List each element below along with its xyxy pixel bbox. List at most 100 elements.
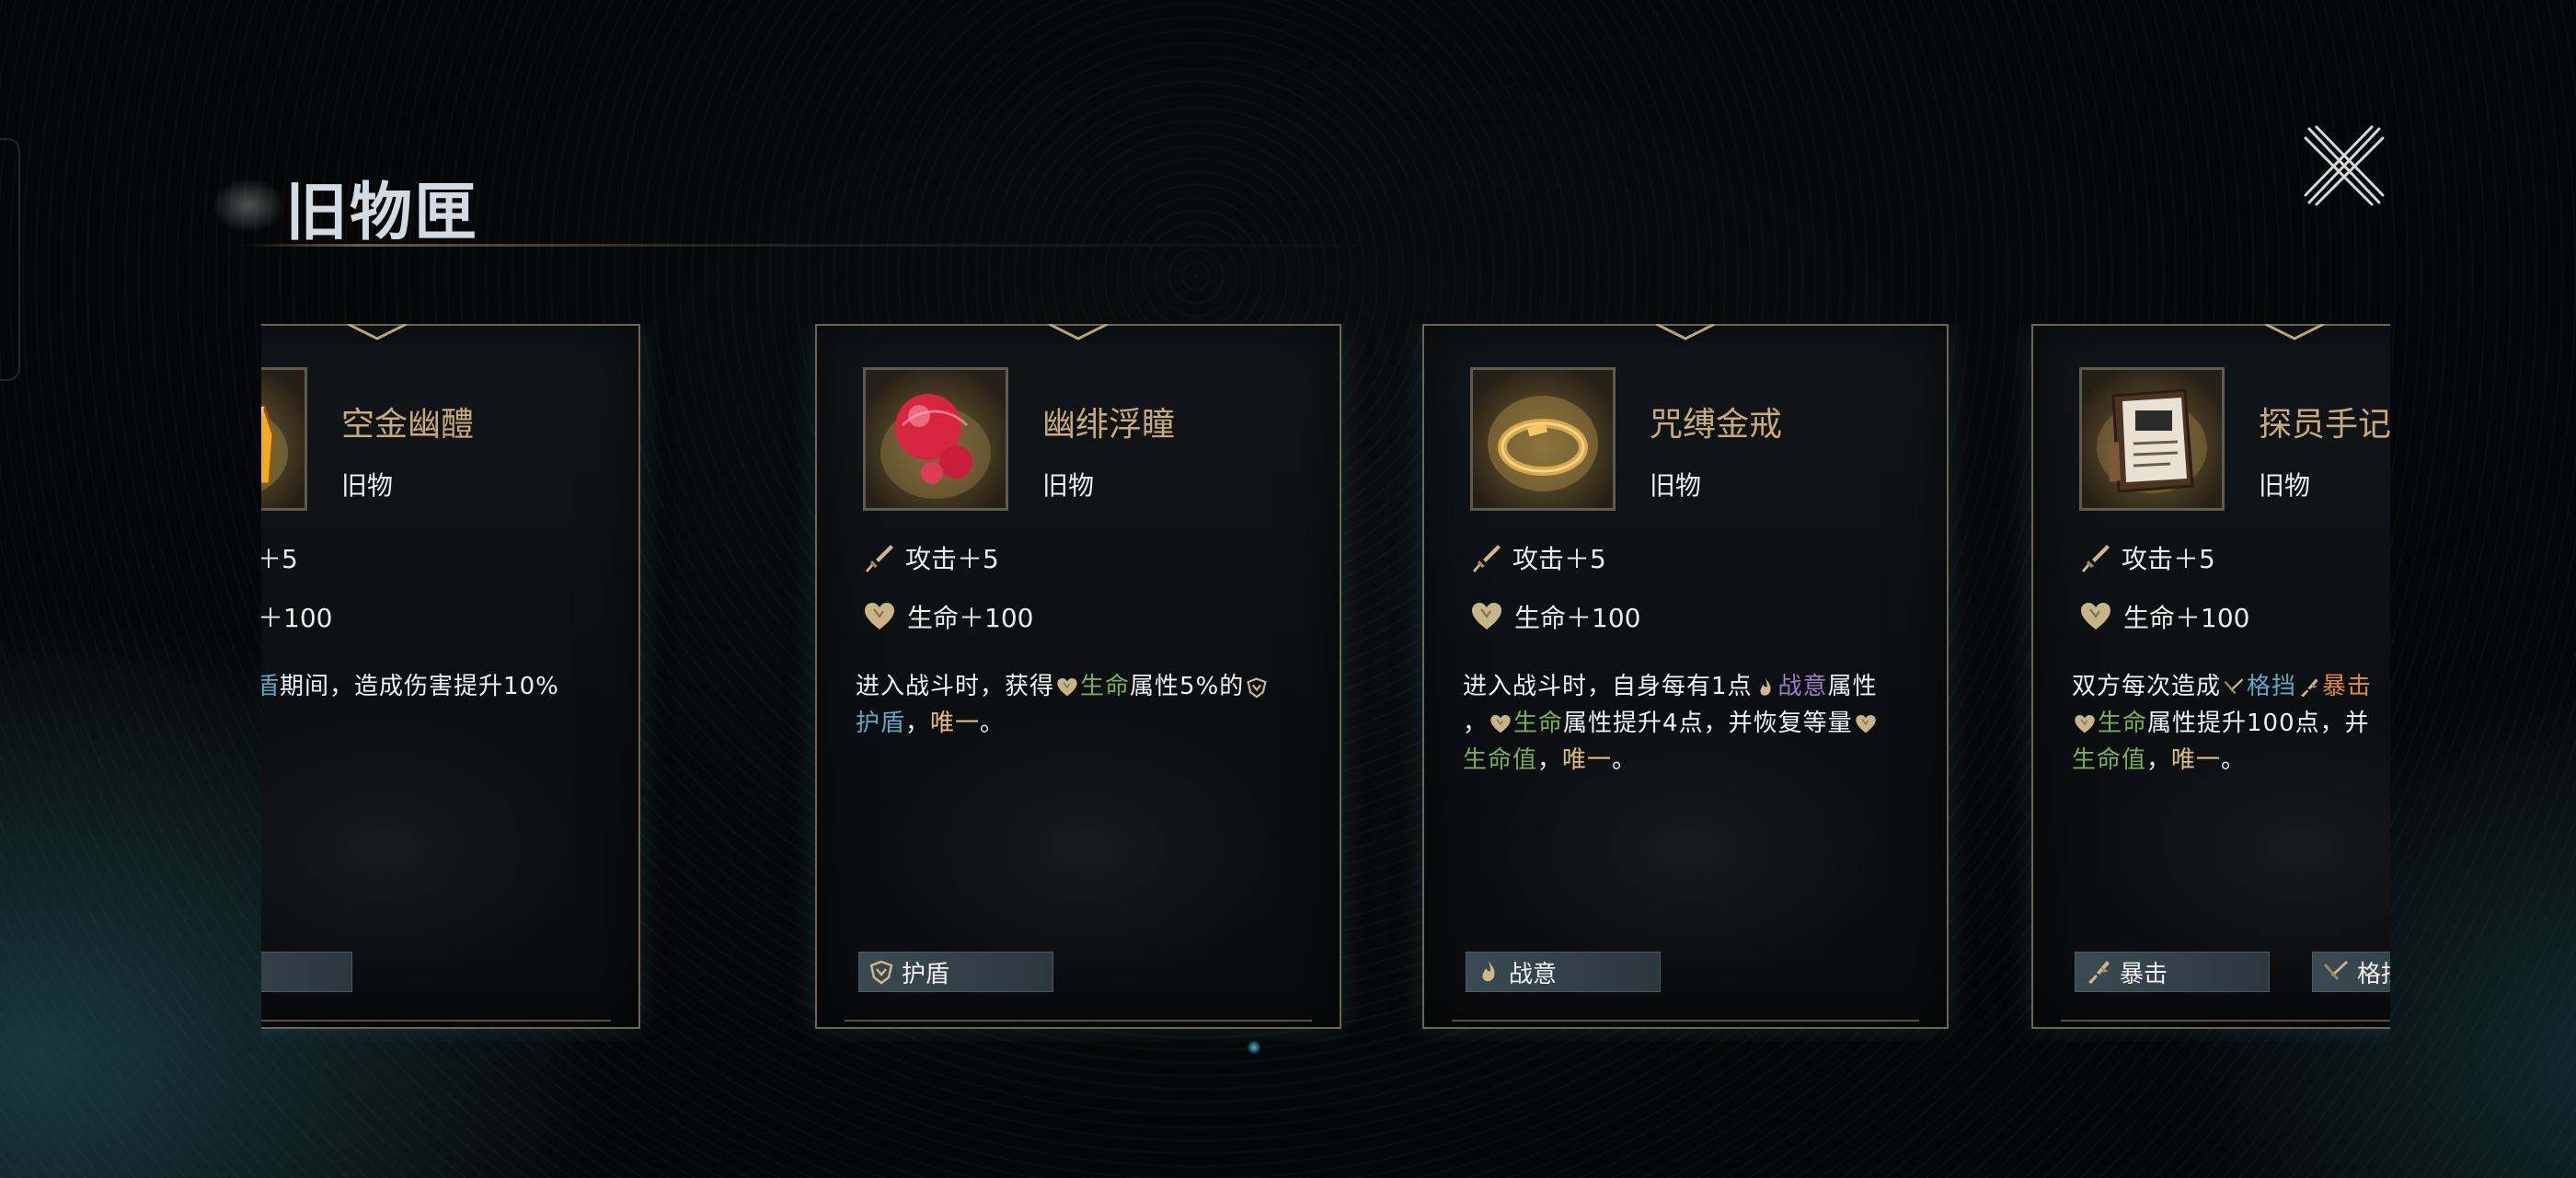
description-text: 生命 [1080,673,1131,700]
shield-icon [868,959,902,985]
flame-icon [1754,676,1777,699]
keyword-tag[interactable]: 护盾 [261,952,352,992]
description-text: 属性提升4点，并恢复等量 [1563,710,1853,737]
description-text: 进入战斗时，获得 [856,673,1055,700]
red-orb-icon [863,367,1008,511]
card-bottom-border [1452,1020,1919,1022]
description-text: 唯一 [1562,746,1613,774]
description-text: ， [1463,710,1489,737]
description-line: 生命值，唯一。 [1463,742,1923,779]
card-bottom-border [845,1020,1312,1022]
potion-bottle-icon [261,367,307,511]
description-text: ， [2146,746,2172,774]
parry-icon [2223,676,2245,699]
description-text: 。 [1612,746,1638,774]
shield-icon [1246,676,1268,699]
glint-decoration [1247,1040,1261,1055]
stat-life: 生命＋100 [863,598,1033,635]
stat-attack: 攻击＋5 [2079,539,2215,576]
tag-list: 战意 [1466,952,1661,992]
description-text: 期间，造成伤害提升10% [280,673,559,700]
title-underline [239,244,1408,247]
relic-card-carousel[interactable]: 空金幽醴旧物攻击＋5生命＋100持有护盾期间，造成伤害提升10%，唯一。护盾幽绯… [261,324,2390,1042]
item-type: 旧物 [341,470,394,501]
description-line: 进入战斗时，自身每有1点 战意属性 [1463,668,1923,705]
stat-label: 攻击＋5 [2122,544,2215,574]
tag-label: 暴击 [2120,960,2168,988]
close-button[interactable] [2300,121,2388,210]
card-notch-decoration [1048,324,1109,341]
stat-label: 攻击＋5 [905,544,999,574]
crit-icon [2298,676,2320,699]
card-notch-decoration [2264,324,2325,341]
stat-life: 生命＋100 [2079,598,2249,635]
description-text: 唯一 [2171,746,2222,774]
relic-card[interactable]: 咒缚金戒 旧物 攻击＋5 生命＋100 进入战斗时，自身每有1点 战意属性，生命属性提升4… [1422,324,1949,1029]
item-name: 咒缚金戒 [1650,406,1783,444]
card-notch-decoration [347,324,408,341]
description-text: 属性提升100点，并 [2147,710,2370,737]
stat-label: 生命＋100 [907,603,1034,633]
item-type: 旧物 [1650,470,1702,501]
parry-icon [2322,958,2357,986]
heart-icon [1489,713,1512,735]
stat-attack: 攻击＋5 [1470,539,1606,576]
keyword-tag[interactable]: 暴击 [2075,952,2270,992]
tag-label: 战意 [1509,960,1558,988]
item-description: 进入战斗时，自身每有1点 战意属性，生命属性提升4点，并恢复等量 生命值，唯一。 [1463,668,1923,779]
description-text: 暴击 [2322,673,2373,700]
item-description: 持有护盾期间，造成伤害提升10%，唯一。 [261,668,615,742]
description-line: 进入战斗时，获得 生命属性5%的 [856,668,1316,705]
gold-ring-icon [1470,367,1616,511]
header: 旧物匣 [212,152,1408,253]
description-text: ， [1537,746,1563,774]
crit-icon [2085,958,2120,986]
page-title: 旧物匣 [285,176,479,249]
heart-icon [1470,602,1514,631]
relic-card[interactable]: 幽绯浮瞳 旧物 攻击＋5 生命＋100 进入战斗时，获得 生命属性5%的 护盾，唯一。 护盾 [815,324,1341,1029]
card-watermark [261,712,594,988]
tag-label: 格挡 [2357,960,2390,988]
description-text: 护盾 [261,673,281,700]
tag-label: 护盾 [902,960,950,988]
stat-attack: 攻击＋5 [863,539,999,576]
keyword-tag[interactable]: 战意 [1466,952,1661,992]
item-description: 双方每次造成 格挡 暴击 生命属性提升100点，并 生命值，唯一。 [2072,668,2390,779]
stat-life: 生命＋100 [1470,598,1640,635]
notebook-icon [2079,367,2225,511]
keyword-tag[interactable]: 格挡 [2312,952,2390,992]
description-line: 双方每次造成 格挡 暴击 [2072,668,2390,705]
close-x-icon [2304,125,2385,206]
description-text: 。 [2221,746,2247,774]
item-type: 旧物 [1042,470,1095,501]
description-line: 生命属性提升100点，并 [2072,705,2390,742]
card-notch-decoration [1655,324,1716,341]
item-description: 进入战斗时，获得 生命属性5%的 护盾，唯一。 [856,668,1316,742]
card-bottom-border [2061,1020,2390,1022]
keyword-tag[interactable]: 护盾 [858,952,1053,992]
stat-label: 攻击＋5 [261,544,298,574]
card-bottom-border [261,1020,611,1022]
description-text: 护盾 [856,710,906,737]
description-text: 属性5%的 [1130,673,1245,700]
sword-icon [1470,542,1512,573]
title-brush-decoration [212,178,285,233]
description-text: 唯一 [930,710,981,737]
description-line: 生命值，唯一。 [2072,742,2390,779]
description-line: 持有护盾期间，造成伤害提升10% [261,668,615,705]
sword-icon [863,542,905,573]
relic-card[interactable]: 空金幽醴旧物攻击＋5生命＋100持有护盾期间，造成伤害提升10%，唯一。护盾 [261,324,640,1029]
stat-attack: 攻击＋5 [261,539,298,576]
item-name: 幽绯浮瞳 [1042,406,1176,444]
description-text: 。 [980,710,1006,737]
description-text: 进入战斗时，自身每有1点 [1463,673,1753,700]
description-text: 双方每次造成 [2072,673,2222,700]
tag-list: 暴击 格挡 [2075,952,2390,992]
card-watermark [872,712,1295,988]
description-text: 战意 [1777,673,1828,700]
relic-card[interactable]: 探员手记 旧物 攻击＋5 生命＋100 双方每次造成 格挡 暴击 生命属性提升100点，并 生命… [2031,324,2390,1029]
stat-label: 生命＋100 [2123,603,2250,633]
description-line: 护盾，唯一。 [856,705,1316,742]
heart-icon [1056,676,1078,699]
heart-icon [2079,602,2123,631]
